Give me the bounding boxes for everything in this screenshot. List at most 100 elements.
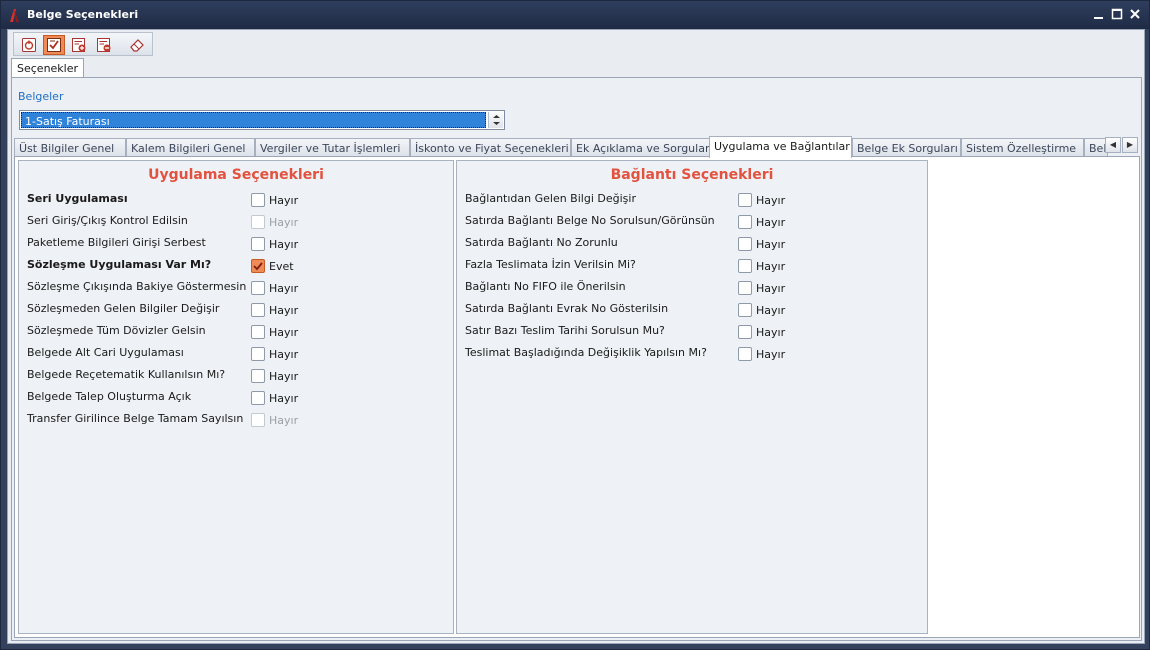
option-value: Evet (269, 260, 294, 273)
option-value: Hayır (269, 194, 299, 207)
option-row: Belgede Reçetematik Kullanılsın Mı? Hayır (19, 365, 453, 387)
option-row: Sözleşme Çıkışında Bakiye Göstermesin Hay… (19, 277, 453, 299)
option-row: Teslimat Başladığında Değişiklik Yapılsı… (457, 343, 927, 365)
option-value: Hayır (269, 216, 299, 229)
maximize-button[interactable] (1109, 6, 1125, 22)
option-row: Paketleme Bilgileri Girişi Serbest Hayır (19, 233, 453, 255)
option-label: Satırda Bağlantı No Zorunlu (465, 236, 618, 249)
option-label: Seri Giriş/Çıkış Kontrol Edilsin (27, 214, 188, 227)
tab-ek-aciklama[interactable]: Ek Açıklama ve Sorgular (571, 138, 710, 157)
option-value: Hayır (756, 326, 786, 339)
option-checkbox[interactable] (251, 369, 265, 383)
uygulama-ve-baglantilar-panel: Uygulama Seçenekleri Seri Uygulaması Hayı… (14, 156, 1140, 638)
belge-secenekleri-window: Belge Seçenekleri Seçenekler Belgeler 1-… (0, 0, 1150, 650)
option-label: Sözleşmeden Gelen Bilgiler Değişir (27, 302, 220, 315)
option-row: Seri Uygulaması Hayır (19, 189, 453, 211)
option-label: Sözleşme Çıkışında Bakiye Göstermesin (27, 280, 247, 293)
option-checkbox[interactable] (738, 347, 752, 361)
option-row: Satırda Bağlantı No Zorunlu Hayır (457, 233, 927, 255)
option-row: Bağlantı No FIFO ile Önerilsin Hayır (457, 277, 927, 299)
option-checkbox[interactable] (251, 347, 265, 361)
tab-vergiler-ve-tutar[interactable]: Vergiler ve Tutar İşlemleri (255, 138, 410, 157)
option-value: Hayır (756, 194, 786, 207)
option-row: Belgede Alt Cari Uygulaması Hayır (19, 343, 453, 365)
option-value: Hayır (269, 326, 299, 339)
option-row: Sözleşme Uygulaması Var Mı? Evet (19, 255, 453, 277)
option-label: Seri Uygulaması (27, 192, 128, 205)
option-label: Sözleşme Uygulaması Var Mı? (27, 258, 212, 271)
checkmark-icon (253, 262, 263, 271)
option-value: Hayır (756, 238, 786, 251)
option-value: Hayır (269, 282, 299, 295)
option-value: Hayır (269, 304, 299, 317)
option-checkbox[interactable] (251, 237, 265, 251)
option-label: Paketleme Bilgileri Girişi Serbest (27, 236, 206, 249)
checklist-icon[interactable] (43, 35, 65, 55)
tab-sistem-ozellestirme[interactable]: Sistem Özelleştirme (961, 138, 1084, 157)
option-value: Hayır (269, 370, 299, 383)
option-checkbox[interactable] (251, 259, 265, 273)
option-checkbox[interactable] (251, 303, 265, 317)
option-checkbox[interactable] (738, 215, 752, 229)
spin-arrows-icon[interactable] (488, 112, 503, 128)
option-value: Hayır (269, 238, 299, 251)
option-value: Hayır (269, 348, 299, 361)
option-label: Belgede Talep Oluşturma Açık (27, 390, 192, 403)
option-label: Satır Bazı Teslim Tarihi Sorulsun Mu? (465, 324, 665, 337)
tab-ust-bilgiler-genel[interactable]: Üst Bilgiler Genel (14, 138, 126, 157)
option-label: Sözleşmede Tüm Dövizler Gelsin (27, 324, 206, 337)
eraser-icon[interactable] (126, 35, 148, 55)
window-title: Belge Seçenekleri (27, 8, 139, 21)
belgeler-dropdown[interactable]: 1-Satış Faturası (19, 110, 505, 130)
option-label: Satırda Bağlantı Belge No Sorulsun/Görün… (465, 214, 715, 227)
option-row: Satırda Bağlantı Evrak No Gösterilsin Hay… (457, 299, 927, 321)
option-label: Transfer Girilince Belge Tamam Sayılsın (27, 412, 244, 425)
option-row: Satırda Bağlantı Belge No Sorulsun/Görün… (457, 211, 927, 233)
option-checkbox[interactable] (738, 237, 752, 251)
option-label: Belgede Alt Cari Uygulaması (27, 346, 184, 359)
option-row: Belgede Talep Oluşturma Açık Hayır (19, 387, 453, 409)
option-checkbox[interactable] (251, 281, 265, 295)
option-value: Hayır (756, 282, 786, 295)
tab-iskonto-ve-fiyat[interactable]: İskonto ve Fiyat Seçenekleri (410, 138, 571, 157)
remove-document-icon[interactable] (93, 35, 115, 55)
tab-scroll-left-icon[interactable]: ◀ (1105, 137, 1121, 153)
tabstrip: Üst Bilgiler Genel Kalem Bilgileri Genel… (14, 136, 1140, 158)
secenekler-panel: Belgeler 1-Satış Faturası Üst Bilgiler G… (11, 77, 1142, 641)
option-checkbox[interactable] (738, 259, 752, 273)
option-label: Belgede Reçetematik Kullanılsın Mı? (27, 368, 226, 381)
option-checkbox[interactable] (738, 281, 752, 295)
option-label: Bağlantı No FIFO ile Önerilsin (465, 280, 626, 293)
window-client-area: Seçenekler Belgeler 1-Satış Faturası Üst… (7, 29, 1145, 644)
option-value: Hayır (756, 304, 786, 317)
belgeler-selected-value: 1-Satış Faturası (21, 112, 486, 128)
option-checkbox[interactable] (738, 193, 752, 207)
app-logo-icon (7, 8, 21, 23)
tab-belge-ek-sorgulari[interactable]: Belge Ek Sorguları (852, 138, 961, 157)
uygulama-group-title: Uygulama Seçenekleri (148, 167, 324, 183)
option-value: Hayır (269, 392, 299, 405)
option-label: Teslimat Başladığında Değişiklik Yapılsı… (465, 346, 707, 359)
baglanti-secenekleri-group: Bağlantı Seçenekleri Bağlantıdan Gelen B… (456, 160, 928, 634)
add-document-icon[interactable] (68, 35, 90, 55)
option-row: Satır Bazı Teslim Tarihi Sorulsun Mu? Hay… (457, 321, 927, 343)
option-checkbox[interactable] (251, 325, 265, 339)
option-checkbox[interactable] (251, 391, 265, 405)
option-label: Bağlantıdan Gelen Bilgi Değişir (465, 192, 636, 205)
option-row: Sözleşmede Tüm Dövizler Gelsin Hayır (19, 321, 453, 343)
option-checkbox (251, 413, 265, 427)
tab-uygulama-ve-baglantilar[interactable]: Uygulama ve Bağlantılar (709, 136, 852, 158)
baglanti-group-title: Bağlantı Seçenekleri (610, 167, 774, 183)
title-bar[interactable]: Belge Seçenekleri (1, 1, 1149, 29)
tab-scroll-right-icon[interactable]: ▶ (1122, 137, 1138, 153)
tab-kalem-bilgileri-genel[interactable]: Kalem Bilgileri Genel (126, 138, 255, 157)
power-icon[interactable] (18, 35, 40, 55)
minimize-button[interactable] (1091, 6, 1107, 22)
close-button[interactable] (1127, 6, 1143, 22)
tab-secenekler[interactable]: Seçenekler (11, 58, 84, 78)
option-checkbox (251, 215, 265, 229)
option-checkbox[interactable] (738, 325, 752, 339)
option-checkbox[interactable] (251, 193, 265, 207)
option-checkbox[interactable] (738, 303, 752, 317)
option-row: Sözleşmeden Gelen Bilgiler Değişir Hayır (19, 299, 453, 321)
